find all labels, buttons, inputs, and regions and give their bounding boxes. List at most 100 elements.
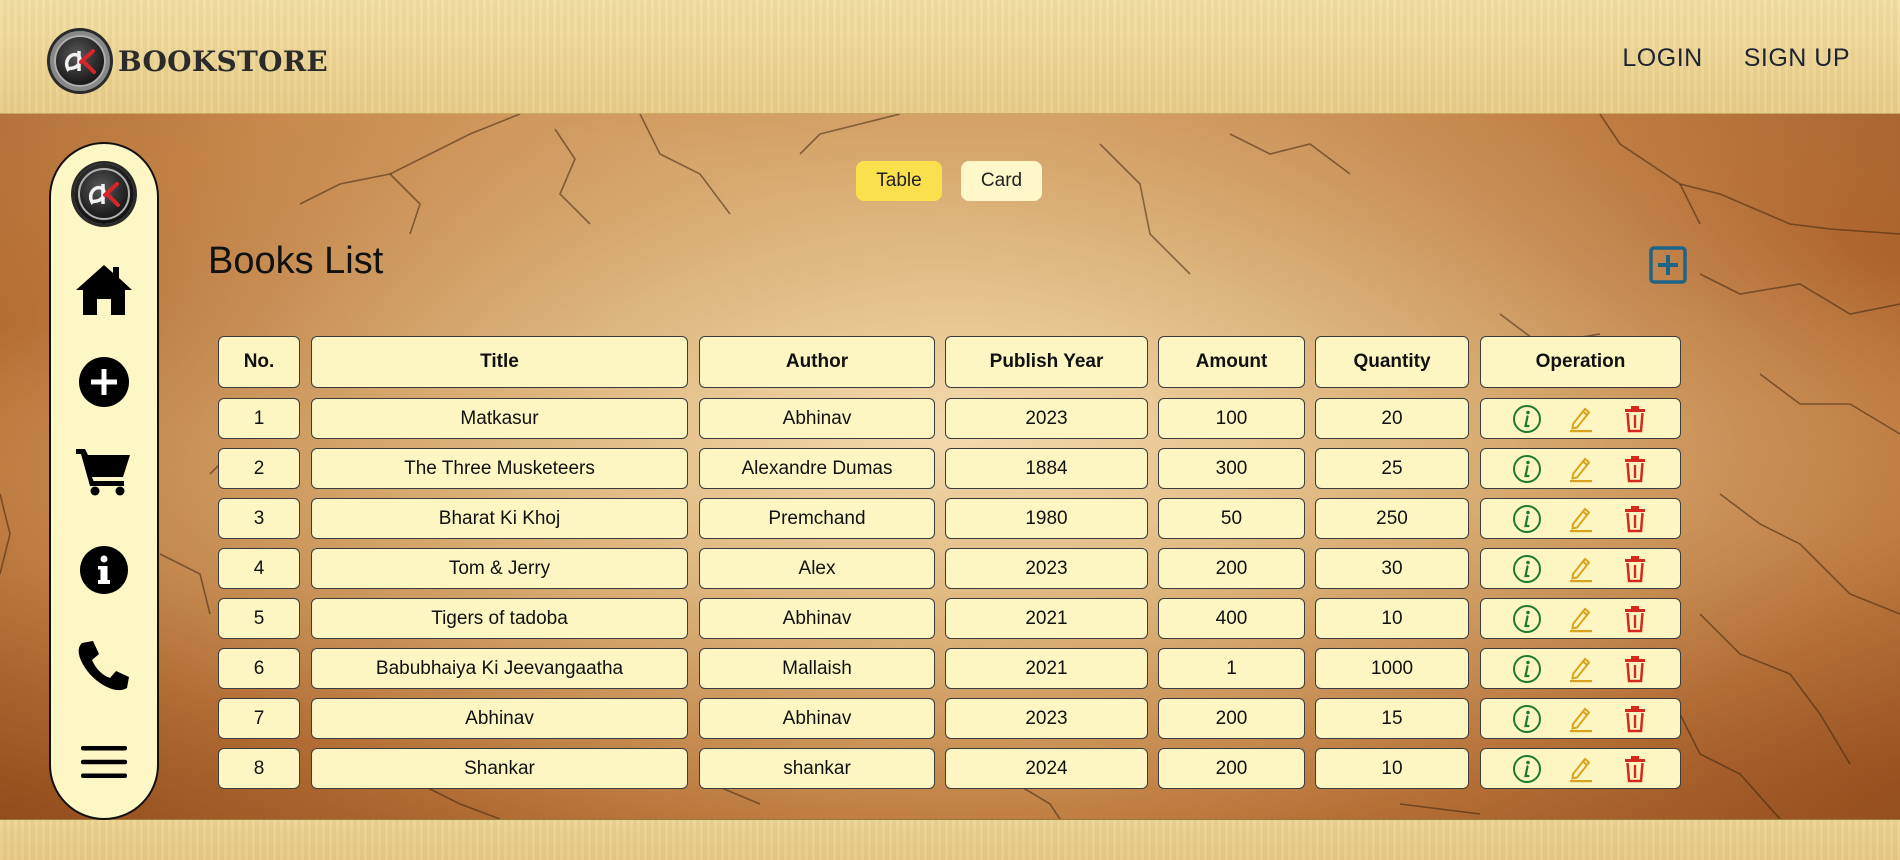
cell-publish-year: 2023 (945, 548, 1148, 589)
delete-trash-icon[interactable] (1620, 504, 1650, 534)
delete-trash-icon[interactable] (1620, 454, 1650, 484)
edit-pencil-icon[interactable] (1566, 704, 1596, 734)
cell-author: Mallaish (699, 648, 935, 689)
cell-title: Tom & Jerry (311, 548, 688, 589)
delete-trash-icon[interactable] (1620, 604, 1650, 634)
cell-publish-year: 2023 (945, 398, 1148, 439)
sidebar-item-logo[interactable] (51, 162, 157, 226)
cell-quantity: 15 (1315, 698, 1469, 739)
cell-author: Premchand (699, 498, 935, 539)
cell-title: Tigers of tadoba (311, 598, 688, 639)
cell-publish-year: 2023 (945, 698, 1148, 739)
cell-title: Shankar (311, 748, 688, 789)
info-icon[interactable] (1512, 404, 1542, 434)
auth-nav: LOGIN SIGN UP (1622, 44, 1850, 73)
login-link[interactable]: LOGIN (1622, 44, 1702, 73)
cell-operation (1480, 448, 1681, 489)
edit-pencil-icon[interactable] (1566, 504, 1596, 534)
cell-number: 2 (218, 448, 300, 489)
cell-author: shankar (699, 748, 935, 789)
cell-publish-year: 2024 (945, 748, 1148, 789)
phone-icon (78, 641, 129, 691)
hamburger-menu-icon (81, 746, 127, 778)
edit-pencil-icon[interactable] (1566, 454, 1596, 484)
cell-author: Abhinav (699, 598, 935, 639)
cell-operation (1480, 648, 1681, 689)
cell-author: Alex (699, 548, 935, 589)
page-title: Books List (208, 240, 384, 282)
cell-quantity: 10 (1315, 748, 1469, 789)
delete-trash-icon[interactable] (1620, 754, 1650, 784)
cell-amount: 50 (1158, 498, 1305, 539)
info-icon[interactable] (1512, 504, 1542, 534)
cell-amount: 1 (1158, 648, 1305, 689)
footer-bar (0, 819, 1900, 860)
column-header-operation: Operation (1480, 336, 1681, 388)
sidebar-item-about[interactable] (51, 544, 157, 596)
ak-logo-icon (74, 164, 134, 224)
cell-publish-year: 2021 (945, 648, 1148, 689)
sidebar-item-menu[interactable] (51, 742, 157, 782)
cell-quantity: 250 (1315, 498, 1469, 539)
cell-number: 6 (218, 648, 300, 689)
card-view-button[interactable]: Card (961, 161, 1042, 201)
cell-amount: 400 (1158, 598, 1305, 639)
cell-quantity: 30 (1315, 548, 1469, 589)
cell-title: Abhinav (311, 698, 688, 739)
info-icon[interactable] (1512, 554, 1542, 584)
delete-trash-icon[interactable] (1620, 704, 1650, 734)
cell-title: Bharat Ki Khoj (311, 498, 688, 539)
cell-operation (1480, 398, 1681, 439)
info-icon[interactable] (1512, 454, 1542, 484)
cell-number: 7 (218, 698, 300, 739)
column-header-amount: Amount (1158, 336, 1305, 388)
info-icon[interactable] (1512, 754, 1542, 784)
brand-name: BOOKSTORE (118, 44, 329, 78)
cell-number: 8 (218, 748, 300, 789)
sidebar-item-add[interactable] (51, 356, 157, 408)
sidebar-item-cart[interactable] (51, 444, 157, 498)
column-header-title: Title (311, 336, 688, 388)
add-book-button[interactable] (1649, 246, 1687, 284)
cell-publish-year: 1980 (945, 498, 1148, 539)
cell-operation (1480, 598, 1681, 639)
cell-amount: 100 (1158, 398, 1305, 439)
edit-pencil-icon[interactable] (1566, 654, 1596, 684)
plus-circle-icon (79, 357, 129, 407)
column-header-quantity: Quantity (1315, 336, 1469, 388)
cell-quantity: 1000 (1315, 648, 1469, 689)
sidebar-item-contact[interactable] (51, 638, 157, 694)
cell-amount: 300 (1158, 448, 1305, 489)
cell-number: 5 (218, 598, 300, 639)
column-header-author: Author (699, 336, 935, 388)
cell-author: Abhinav (699, 698, 935, 739)
cell-number: 4 (218, 548, 300, 589)
table-view-button[interactable]: Table (856, 161, 942, 201)
info-icon[interactable] (1512, 704, 1542, 734)
cart-icon (76, 449, 130, 496)
cell-title: Matkasur (311, 398, 688, 439)
delete-trash-icon[interactable] (1620, 654, 1650, 684)
cell-number: 1 (218, 398, 300, 439)
info-icon[interactable] (1512, 604, 1542, 634)
delete-trash-icon[interactable] (1620, 554, 1650, 584)
cell-amount: 200 (1158, 748, 1305, 789)
edit-pencil-icon[interactable] (1566, 604, 1596, 634)
sidebar-item-home[interactable] (51, 262, 157, 318)
cell-quantity: 10 (1315, 598, 1469, 639)
column-header-publish-year: Publish Year (945, 336, 1148, 388)
cell-title: The Three Musketeers (311, 448, 688, 489)
edit-pencil-icon[interactable] (1566, 554, 1596, 584)
signup-link[interactable]: SIGN UP (1744, 44, 1850, 73)
delete-trash-icon[interactable] (1620, 404, 1650, 434)
edit-pencil-icon[interactable] (1566, 404, 1596, 434)
brand-link[interactable]: BOOKSTORE (50, 31, 328, 91)
edit-pencil-icon[interactable] (1566, 754, 1596, 784)
cell-amount: 200 (1158, 698, 1305, 739)
cell-publish-year: 2021 (945, 598, 1148, 639)
info-icon[interactable] (1512, 654, 1542, 684)
cell-author: Alexandre Dumas (699, 448, 935, 489)
cell-number: 3 (218, 498, 300, 539)
cell-operation (1480, 748, 1681, 789)
cell-operation (1480, 498, 1681, 539)
